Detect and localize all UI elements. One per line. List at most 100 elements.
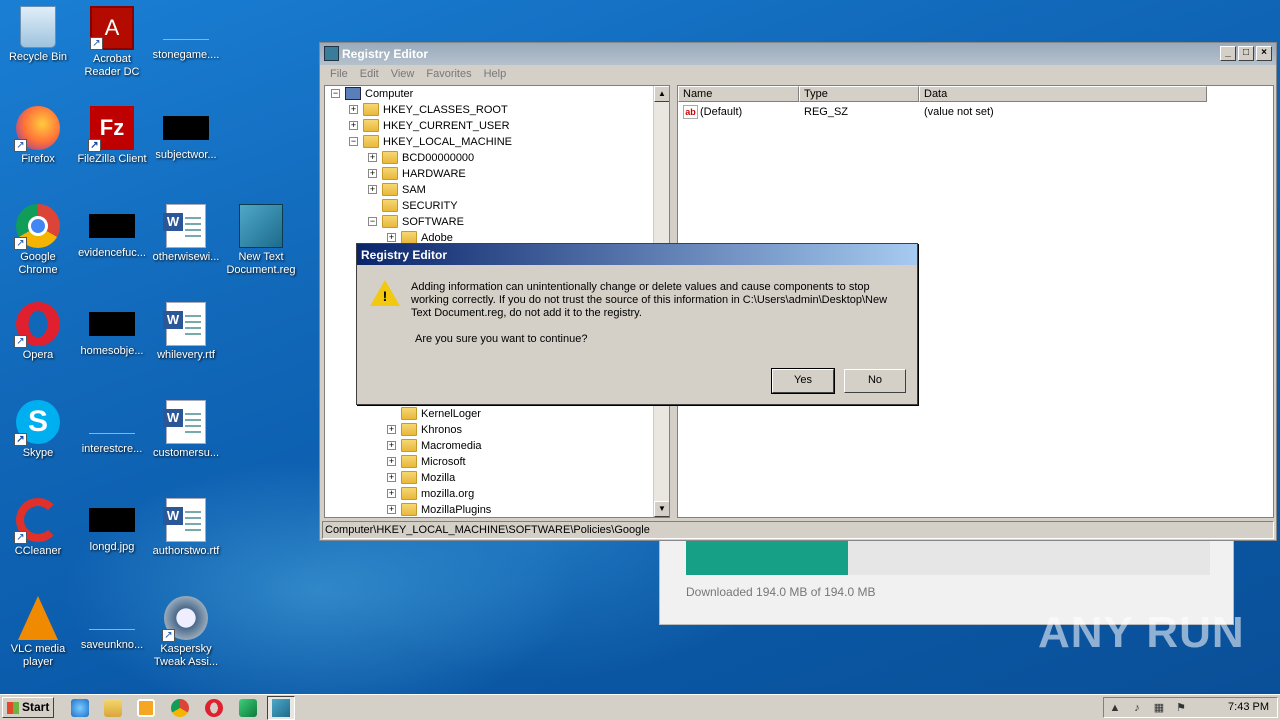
expand-icon[interactable]: +: [368, 169, 377, 178]
menu-view[interactable]: View: [385, 65, 421, 85]
desktop-icon-kaspersky[interactable]: ↗ Kaspersky Tweak Assi...: [148, 596, 224, 669]
no-button[interactable]: No: [844, 369, 906, 393]
collapse-icon[interactable]: −: [349, 137, 358, 146]
string-value-icon: ab: [683, 105, 698, 119]
watermark: ANY RUN: [1038, 608, 1245, 657]
desktop-icon-skype[interactable]: S ↗ Skype: [0, 400, 76, 460]
minimize-button[interactable]: _: [1220, 46, 1236, 61]
desktop-icon-word-doc[interactable]: W customersu...: [148, 400, 224, 460]
filezilla-icon: Fz ↗: [88, 106, 134, 152]
regedit-app-icon: [324, 46, 339, 61]
folder-icon: [401, 487, 417, 500]
expand-icon[interactable]: +: [387, 233, 396, 242]
desktop-icon-file[interactable]: subjectwor...: [148, 106, 224, 162]
expand-icon[interactable]: +: [368, 153, 377, 162]
desktop-icon-filezilla[interactable]: Fz ↗ FileZilla Client: [74, 106, 150, 166]
clock[interactable]: 7:43 PM: [1228, 701, 1269, 713]
value-data: (value not set): [924, 106, 994, 118]
menu-help[interactable]: Help: [478, 65, 513, 85]
explorer-icon[interactable]: [104, 699, 122, 717]
desktop-icon-file[interactable]: stonegame....: [148, 6, 224, 62]
download-status: Downloaded 194.0 MB of 194.0 MB: [686, 585, 876, 599]
expand-icon[interactable]: +: [387, 505, 396, 514]
menu-favorites[interactable]: Favorites: [420, 65, 477, 85]
desktop-icon-vlc[interactable]: VLC media player: [0, 596, 76, 669]
opera-icon[interactable]: [205, 699, 223, 717]
collapse-icon[interactable]: −: [331, 89, 340, 98]
folder-icon: [382, 199, 398, 212]
column-header-type[interactable]: Type: [799, 86, 919, 102]
desktop-icon-firefox[interactable]: ↗ Firefox: [0, 106, 76, 166]
desktop-icon-file[interactable]: saveunkno...: [74, 596, 150, 652]
word-document-icon: W: [163, 204, 206, 248]
desktop-icon-acrobat[interactable]: A ↗ Acrobat Reader DC: [74, 6, 150, 79]
skype-icon: S ↗: [14, 400, 60, 446]
app-icon[interactable]: [239, 699, 257, 717]
desktop-icon-chrome[interactable]: ↗ Google Chrome: [0, 204, 76, 277]
close-button[interactable]: ×: [1256, 46, 1272, 61]
ccleaner-icon: ↗: [14, 498, 60, 544]
action-center-flag-icon[interactable]: ⚑: [1174, 701, 1188, 715]
expand-icon[interactable]: +: [387, 425, 396, 434]
expand-icon[interactable]: +: [387, 457, 396, 466]
menu-bar: File Edit View Favorites Help: [320, 65, 1276, 85]
desktop-icon-file[interactable]: homesobje...: [74, 302, 150, 358]
desktop-icon-file[interactable]: evidencefuc...: [74, 204, 150, 260]
system-tray: ▲ ♪ ▦ ⚑ 7:43 PM: [1103, 697, 1278, 718]
desktop-icon-word-doc[interactable]: W authorstwo.rtf: [148, 498, 224, 558]
expand-icon[interactable]: +: [387, 473, 396, 482]
volume-icon[interactable]: ♪: [1130, 701, 1144, 715]
file-thumbnail-icon: [89, 312, 135, 336]
expand-icon[interactable]: +: [349, 121, 358, 130]
desktop-icon-ccleaner[interactable]: ↗ CCleaner: [0, 498, 76, 558]
collapse-icon[interactable]: −: [368, 217, 377, 226]
column-header-data[interactable]: Data: [919, 86, 1207, 102]
folder-open-icon: [382, 215, 398, 228]
dialog-title[interactable]: Registry Editor: [357, 244, 917, 265]
desktop-icon-file[interactable]: interestcre...: [74, 400, 150, 456]
value-name[interactable]: (Default): [700, 105, 742, 119]
image-thumbnail-icon: [89, 508, 135, 532]
file-thumbnail-icon: [89, 214, 135, 238]
desktop-icon-word-doc[interactable]: W otherwisewi...: [148, 204, 224, 264]
folder-icon: [382, 167, 398, 180]
folder-icon: [401, 423, 417, 436]
regedit-taskbar-button[interactable]: [267, 696, 295, 720]
folder-icon: [401, 407, 417, 420]
desktop-icon-reg-file[interactable]: New Text Document.reg: [223, 204, 299, 277]
chrome-icon: ↗: [14, 204, 60, 250]
taskbar: Start ▲ ♪ ▦ ⚑ 7:43 PM: [0, 694, 1280, 720]
desktop-icon-file[interactable]: longd.jpg: [74, 498, 150, 554]
expand-icon[interactable]: +: [368, 185, 377, 194]
word-document-icon: W: [163, 498, 206, 542]
window-titlebar[interactable]: Registry Editor _ □ ×: [320, 43, 1276, 65]
chrome-icon[interactable]: [171, 699, 189, 717]
yes-button[interactable]: Yes: [771, 368, 835, 394]
download-progress-fill: [686, 541, 848, 575]
media-player-icon[interactable]: [137, 699, 155, 717]
expand-icon[interactable]: +: [387, 489, 396, 498]
scroll-up-button[interactable]: ▲: [654, 86, 669, 102]
folder-icon: [382, 151, 398, 164]
column-header-name[interactable]: Name: [678, 86, 799, 102]
scroll-down-button[interactable]: ▼: [654, 501, 669, 517]
firefox-icon: ↗: [14, 106, 60, 152]
word-document-icon: W: [163, 400, 206, 444]
status-bar-path: Computer\HKEY_LOCAL_MACHINE\SOFTWARE\Pol…: [322, 521, 1274, 539]
ie-icon[interactable]: [71, 699, 89, 717]
folder-icon: [401, 503, 417, 516]
kaspersky-tweak-icon: ↗: [162, 596, 208, 642]
show-hidden-icons[interactable]: ▲: [1108, 701, 1122, 715]
acrobat-icon: A ↗: [90, 6, 134, 50]
desktop-icon-recycle-bin[interactable]: Recycle Bin: [0, 6, 76, 64]
file-thumbnail-icon: [89, 410, 135, 434]
desktop-icon-word-doc[interactable]: W whilevery.rtf: [148, 302, 224, 362]
start-button[interactable]: Start: [2, 697, 54, 718]
menu-file[interactable]: File: [324, 65, 354, 85]
menu-edit[interactable]: Edit: [354, 65, 385, 85]
expand-icon[interactable]: +: [387, 441, 396, 450]
network-icon[interactable]: ▦: [1152, 701, 1166, 715]
desktop-icon-opera[interactable]: ↗ Opera: [0, 302, 76, 362]
expand-icon[interactable]: +: [349, 105, 358, 114]
maximize-button[interactable]: □: [1238, 46, 1254, 61]
